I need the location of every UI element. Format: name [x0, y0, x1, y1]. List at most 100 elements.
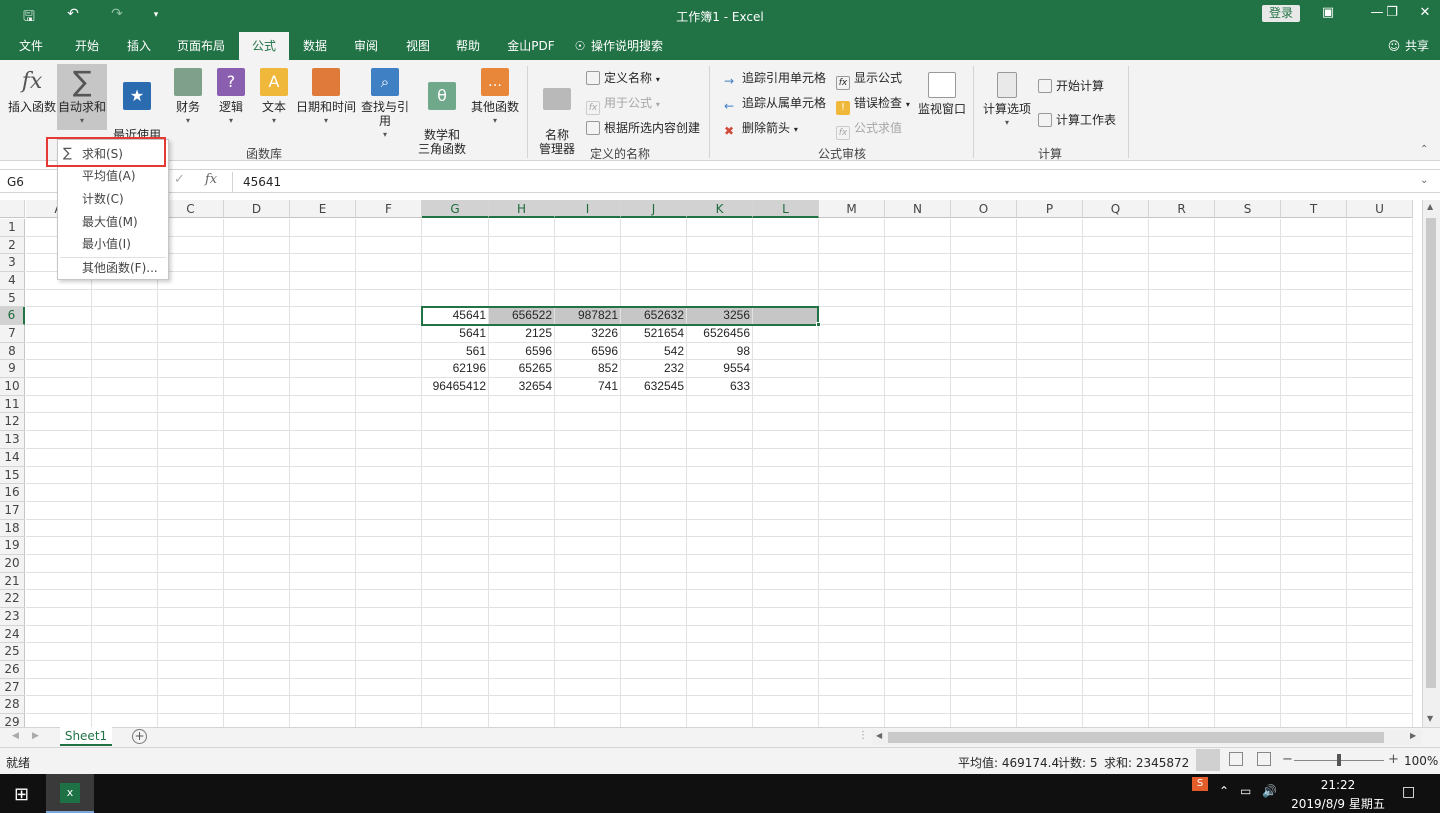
cell[interactable] — [621, 696, 687, 715]
cell[interactable] — [1347, 590, 1413, 608]
calculation-options-button[interactable]: 计算选项 ▾ — [982, 72, 1032, 130]
cell[interactable] — [489, 448, 555, 467]
trace-precedents-button[interactable]: → 追踪引用单元格 — [724, 70, 826, 88]
cell[interactable] — [819, 448, 885, 467]
column-header[interactable]: S — [1215, 200, 1281, 218]
autosum-button[interactable]: ∑ 自动求和 ▾ — [57, 64, 107, 130]
tab-file[interactable]: 文件 — [10, 32, 52, 60]
cell[interactable] — [1017, 378, 1083, 396]
cell[interactable] — [356, 307, 422, 326]
cell[interactable] — [422, 484, 489, 502]
row-header[interactable]: 25 — [0, 643, 25, 661]
cell[interactable] — [1347, 661, 1413, 679]
cell[interactable] — [489, 519, 555, 538]
cell[interactable] — [753, 254, 819, 273]
cell[interactable] — [819, 466, 885, 485]
collapse-ribbon-icon[interactable]: ⌃ — [1420, 144, 1428, 155]
cell[interactable] — [687, 607, 753, 626]
row-header[interactable]: 5 — [0, 289, 25, 308]
cell[interactable] — [819, 501, 885, 520]
cell[interactable] — [687, 395, 753, 414]
cell[interactable] — [885, 554, 951, 573]
cell[interactable] — [819, 537, 885, 555]
cell[interactable] — [158, 625, 224, 644]
cell[interactable] — [92, 501, 158, 520]
cell[interactable]: 632545 — [621, 378, 687, 396]
cell[interactable] — [224, 607, 290, 626]
cell[interactable] — [1017, 413, 1083, 432]
cell[interactable] — [1281, 342, 1347, 361]
row-header[interactable]: 22 — [0, 590, 25, 608]
cell[interactable] — [224, 395, 290, 414]
column-header[interactable]: R — [1149, 200, 1215, 218]
cell[interactable] — [356, 714, 422, 727]
redo-icon[interactable]: ↷ — [106, 6, 128, 22]
cell[interactable] — [753, 678, 819, 697]
cell[interactable] — [224, 466, 290, 485]
cell[interactable] — [1017, 625, 1083, 644]
cell[interactable] — [356, 219, 422, 237]
cell[interactable] — [290, 661, 356, 679]
cell[interactable] — [290, 413, 356, 432]
cell[interactable] — [1083, 307, 1149, 326]
menu-item-sum[interactable]: ∑ 求和(S) — [58, 143, 168, 165]
column-header[interactable]: J — [621, 200, 687, 218]
cell[interactable] — [489, 696, 555, 715]
cell[interactable] — [356, 607, 422, 626]
cell[interactable] — [356, 448, 422, 467]
cell[interactable] — [885, 607, 951, 626]
expand-formula-bar-icon[interactable]: ⌄ — [1420, 175, 1428, 186]
save-icon[interactable]: 🖫 — [18, 6, 40, 30]
cell[interactable]: 652632 — [621, 307, 687, 326]
cell[interactable] — [1281, 254, 1347, 273]
row-header[interactable]: 9 — [0, 360, 25, 379]
cell[interactable] — [1083, 272, 1149, 290]
cell[interactable] — [290, 590, 356, 608]
cell[interactable] — [1149, 342, 1215, 361]
cell[interactable] — [26, 307, 92, 326]
cell[interactable] — [1149, 519, 1215, 538]
cell[interactable] — [224, 519, 290, 538]
cell[interactable] — [1281, 307, 1347, 326]
cell[interactable] — [224, 236, 290, 255]
cell[interactable]: 6526456 — [687, 325, 753, 343]
prev-sheet-icon[interactable]: ◀ — [12, 731, 19, 741]
cell[interactable] — [1149, 448, 1215, 467]
cell[interactable] — [1215, 395, 1281, 414]
cell[interactable] — [819, 360, 885, 379]
cell[interactable] — [1347, 360, 1413, 379]
cell[interactable] — [885, 466, 951, 485]
cell[interactable] — [1281, 572, 1347, 591]
cell[interactable] — [687, 537, 753, 555]
cell[interactable] — [951, 554, 1017, 573]
cell[interactable] — [951, 696, 1017, 715]
vertical-scrollbar[interactable]: ▲ ▼ — [1422, 200, 1440, 727]
cell[interactable] — [753, 236, 819, 255]
row-header[interactable]: 12 — [0, 413, 25, 432]
cell[interactable] — [819, 625, 885, 644]
cell[interactable] — [885, 431, 951, 449]
cell[interactable] — [885, 537, 951, 555]
cell[interactable] — [1149, 378, 1215, 396]
cell[interactable] — [951, 325, 1017, 343]
cell[interactable] — [92, 572, 158, 591]
customize-quick-access-icon[interactable]: ▾ — [145, 10, 167, 20]
cell[interactable]: 98 — [687, 342, 753, 361]
ribbon-display-options-icon[interactable]: ▣ — [1313, 5, 1343, 20]
cell[interactable] — [819, 714, 885, 727]
cell[interactable] — [885, 501, 951, 520]
tab-formulas[interactable]: 公式 — [239, 32, 289, 60]
vertical-scroll-thumb[interactable] — [1426, 218, 1436, 688]
cell[interactable] — [1347, 572, 1413, 591]
cell[interactable] — [621, 431, 687, 449]
cell[interactable] — [753, 325, 819, 343]
cell[interactable] — [555, 590, 621, 608]
row-header[interactable]: 29 — [0, 714, 25, 727]
cell[interactable] — [951, 413, 1017, 432]
cell[interactable] — [26, 678, 92, 697]
cell[interactable] — [26, 395, 92, 414]
menu-item-average[interactable]: 平均值(A) — [58, 165, 168, 187]
cell[interactable] — [1281, 448, 1347, 467]
cell[interactable] — [753, 378, 819, 396]
cell[interactable] — [1149, 431, 1215, 449]
